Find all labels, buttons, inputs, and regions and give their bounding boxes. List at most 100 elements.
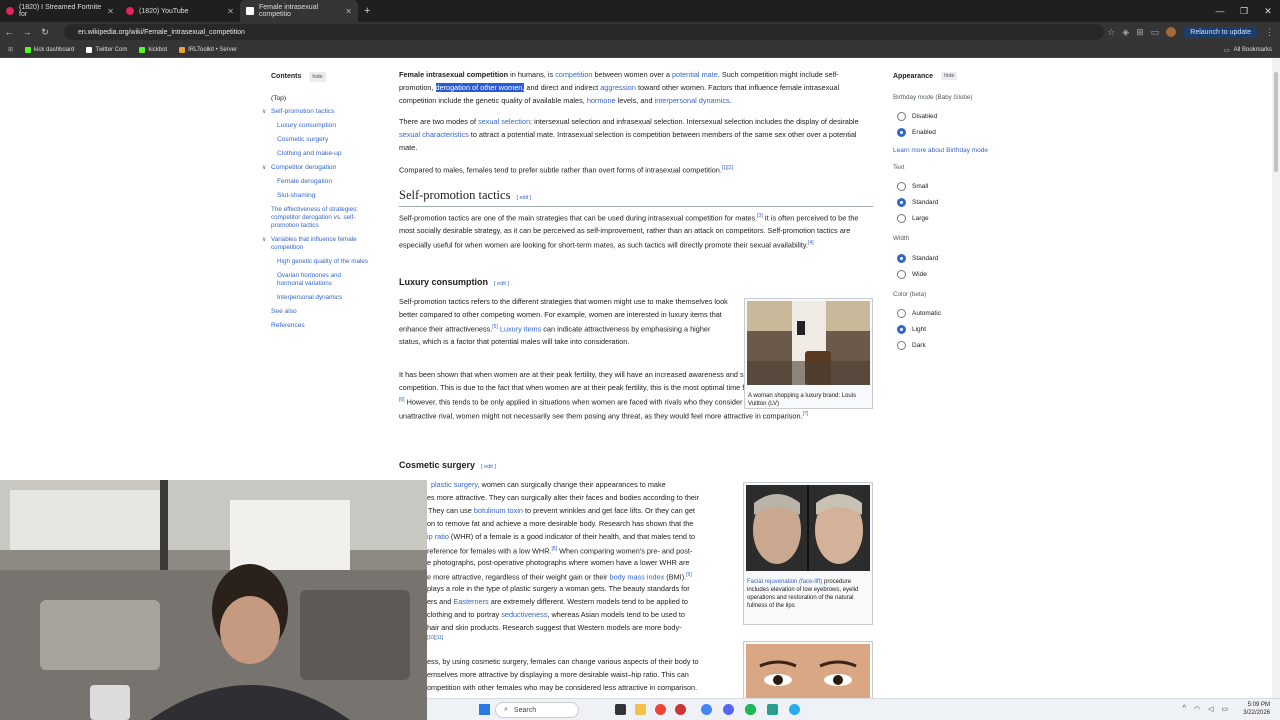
chevron-down-icon[interactable]: ∨ — [262, 108, 266, 115]
birthday-disabled-option[interactable]: Disabled — [897, 112, 937, 121]
chevron-down-icon[interactable]: ∨ — [262, 164, 266, 171]
address-bar[interactable]: en.wikipedia.org/wiki/Female_intrasexual… — [64, 24, 1104, 40]
close-tab-icon[interactable]: ✕ — [345, 7, 352, 16]
radio-color-light[interactable] — [897, 325, 906, 334]
toc-item[interactable]: Variables that influence female competit… — [271, 236, 375, 252]
citation[interactable]: [9] — [686, 572, 692, 578]
link-facial-rejuvenation[interactable]: Facial rejuvenation (face-lift) — [747, 579, 822, 585]
taskbar-clock[interactable]: 5:09 PM 3/22/2026 — [1243, 701, 1270, 717]
toc-item[interactable]: High genetic quality of the males — [277, 258, 368, 265]
back-icon[interactable]: ← — [0, 27, 18, 37]
radio-text-small[interactable] — [897, 182, 906, 191]
app-icon[interactable] — [675, 704, 686, 715]
spotify-icon[interactable] — [745, 704, 756, 715]
radio-text-large[interactable] — [897, 214, 906, 223]
star-icon[interactable]: ☆ — [1107, 27, 1115, 38]
citation[interactable]: [10][11] — [427, 635, 443, 641]
radio-text-standard[interactable] — [897, 198, 906, 207]
discord-icon[interactable] — [723, 704, 734, 715]
radio-birthday-enabled[interactable] — [897, 128, 906, 137]
apps-icon[interactable]: ⊞ — [8, 46, 13, 53]
citation[interactable]: [7] — [803, 411, 809, 417]
scrollbar-thumb[interactable] — [1274, 72, 1278, 172]
toc-item[interactable]: Female derogation — [277, 178, 332, 185]
minimize-button[interactable]: — — [1208, 6, 1232, 16]
toc-item[interactable]: Interpersonal dynamics — [277, 294, 342, 301]
bookmark-irltoolkit[interactable]: IRLToolkit • Server — [179, 46, 237, 53]
bookmark-kick-dashboard[interactable]: kick dashboard — [25, 46, 74, 53]
link-botulinum-toxin[interactable]: botulinum toxin — [474, 506, 523, 515]
forward-icon[interactable]: → — [18, 27, 36, 37]
bookmark-twitter[interactable]: Twitter Com — [86, 46, 127, 53]
reload-icon[interactable]: ↻ — [36, 27, 54, 38]
tab-fortnite[interactable]: (1820) I Streamed Fortnite for ✕ — [0, 0, 120, 22]
relaunch-button[interactable]: Relaunch to update — [1183, 26, 1258, 38]
toc-item[interactable]: Luxury consumption — [277, 122, 336, 129]
width-standard-option[interactable]: Standard — [897, 254, 938, 263]
maximize-button[interactable]: ❐ — [1232, 6, 1256, 17]
link-sexual-characteristics[interactable]: sexual characteristics — [399, 130, 469, 139]
app-icon[interactable] — [767, 704, 778, 715]
chevron-up-icon[interactable]: ^ — [1183, 705, 1186, 713]
chevron-down-icon[interactable]: ∨ — [262, 236, 266, 243]
link-competition[interactable]: competition — [555, 70, 592, 79]
radio-color-automatic[interactable] — [897, 309, 906, 318]
text-small-option[interactable]: Small — [897, 182, 928, 191]
learn-more-link[interactable]: Learn more about Birthday mode — [893, 147, 988, 154]
radio-width-standard[interactable] — [897, 254, 906, 263]
telegram-icon[interactable] — [789, 704, 800, 715]
eyes-image[interactable] — [746, 644, 870, 698]
page-scrollbar[interactable] — [1272, 58, 1280, 698]
toc-item[interactable]: Cosmetic surgery — [277, 136, 328, 143]
chrome-icon[interactable] — [701, 704, 712, 715]
link-waist-hip-ratio[interactable]: ip ratio — [427, 532, 449, 541]
taskbar-search[interactable]: ⌕ Search — [495, 702, 579, 718]
luxury-shopping-image[interactable] — [747, 301, 870, 385]
link-luxury-items[interactable]: Luxury items — [498, 324, 541, 333]
selected-text[interactable]: derogation of other women, — [435, 83, 525, 92]
extensions-puzzle-icon[interactable]: ⊞ — [1136, 27, 1144, 38]
volume-icon[interactable]: ◁ — [1208, 705, 1213, 713]
toc-item[interactable]: See also — [271, 308, 297, 315]
profile-avatar[interactable] — [1166, 27, 1177, 37]
link-seductiveness[interactable]: seductiveness — [501, 610, 547, 619]
radio-color-dark[interactable] — [897, 341, 906, 350]
menu-icon[interactable]: ⋮ — [1265, 27, 1274, 38]
link-plastic-surgery[interactable]: plastic surgery — [431, 480, 478, 489]
all-bookmarks[interactable]: ▭ All Bookmarks — [1224, 42, 1272, 58]
birthday-enabled-option[interactable]: Enabled — [897, 128, 936, 137]
radio-width-wide[interactable] — [897, 270, 906, 279]
link-body-mass-index[interactable]: body mass index — [610, 572, 665, 581]
color-light-option[interactable]: Light — [897, 325, 926, 334]
link-potential-mate[interactable]: potential mate — [672, 70, 718, 79]
new-tab-button[interactable]: + — [364, 5, 370, 17]
link-hormone[interactable]: hormone — [587, 96, 616, 105]
toc-item-top[interactable]: (Top) — [271, 95, 286, 102]
app-icon[interactable] — [655, 704, 666, 715]
split-view-icon[interactable]: ▭ — [1151, 27, 1160, 38]
close-window-button[interactable]: ✕ — [1256, 6, 1280, 17]
extension-icon[interactable]: ◈ — [1122, 27, 1129, 38]
task-view-icon[interactable] — [615, 704, 626, 715]
link-sexual-selection[interactable]: sexual selection — [478, 117, 530, 126]
citation[interactable]: [4] — [808, 240, 814, 246]
edit-link[interactable]: [ edit ] — [481, 464, 496, 470]
width-wide-option[interactable]: Wide — [897, 270, 927, 279]
toc-item[interactable]: Slut-shaming — [277, 192, 315, 199]
radio-birthday-disabled[interactable] — [897, 112, 906, 121]
face-lift-image[interactable] — [746, 485, 870, 571]
toc-hide-button[interactable]: hide — [309, 72, 326, 82]
toc-item[interactable]: Competitor derogation — [271, 164, 336, 171]
text-standard-option[interactable]: Standard — [897, 198, 938, 207]
notification-icon[interactable]: ▭ — [1221, 705, 1228, 713]
toc-item[interactable]: Self-promotion tactics — [271, 108, 334, 115]
link-easterners[interactable]: Easterners — [453, 597, 488, 606]
bookmark-kickbot[interactable]: kickbot — [139, 46, 167, 53]
citation[interactable]: [1][2] — [722, 165, 733, 171]
tab-wikipedia[interactable]: Female intrasexual competitio ✕ — [240, 0, 358, 22]
toc-item[interactable]: Ovarian hormones and hormonal variations — [277, 272, 367, 288]
close-tab-icon[interactable]: ✕ — [227, 7, 234, 16]
link-interpersonal-dynamics[interactable]: interpersonal dynamics — [655, 96, 730, 105]
toc-item[interactable]: References — [271, 322, 305, 329]
toc-item[interactable]: Clothing and make-up — [277, 150, 342, 157]
